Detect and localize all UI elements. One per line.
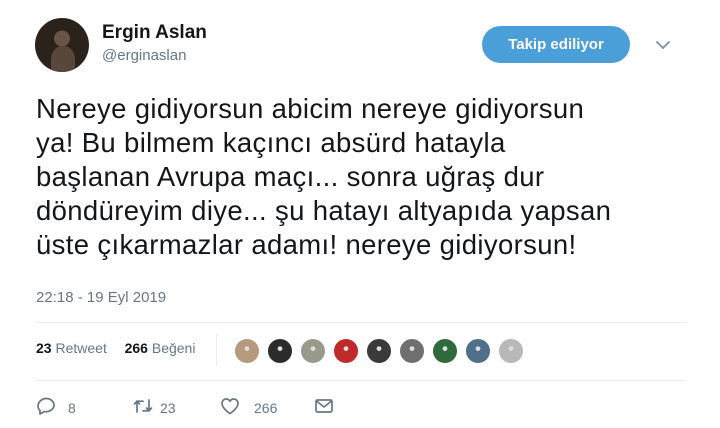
liker-avatar[interactable]	[366, 338, 392, 364]
tweet-line: başlanan Avrupa maçı... sonra uğraş dur	[36, 161, 545, 192]
author-handle[interactable]: @erginaslan	[102, 47, 207, 65]
liker-avatar[interactable]	[300, 338, 326, 364]
liker-avatar[interactable]	[267, 338, 293, 364]
divider	[36, 322, 686, 323]
retweet-icon	[133, 399, 153, 413]
tweet-line: ya! Bu bilmem kaçıncı absürd hatayla	[36, 127, 506, 158]
message-icon	[315, 399, 333, 413]
likes-count[interactable]: 266	[125, 340, 148, 356]
liker-avatar[interactable]	[465, 338, 491, 364]
liker-avatar[interactable]	[399, 338, 425, 364]
retweets-count[interactable]: 23	[36, 340, 52, 356]
tweet-line: üste çıkarmazlar adamı! nereye gidiyorsu…	[36, 229, 577, 260]
tweet-card: Ergin Aslan @erginaslan Takip ediliyor N…	[0, 0, 720, 428]
following-button[interactable]: Takip ediliyor	[482, 26, 630, 63]
chevron-down-icon[interactable]	[652, 34, 674, 56]
author-avatar[interactable]	[35, 18, 89, 72]
author-name[interactable]: Ergin Aslan	[102, 22, 207, 44]
liker-avatar[interactable]	[432, 338, 458, 364]
tweet-text: Nereye gidiyorsun abicim nereye gidiyors…	[36, 92, 696, 262]
author-info: Ergin Aslan @erginaslan	[102, 22, 207, 65]
reply-button[interactable]: 8	[36, 396, 86, 418]
likes-label[interactable]: Beğeni	[152, 340, 196, 356]
like-count: 266	[254, 400, 278, 416]
message-button[interactable]	[314, 396, 336, 418]
tweet-header: Ergin Aslan @erginaslan Takip ediliyor	[30, 18, 690, 84]
engagement-stats: 23 Retweet 266 Beğeni	[36, 340, 195, 356]
tweet-line: Nereye gidiyorsun abicim nereye gidiyors…	[36, 93, 585, 124]
liker-avatar[interactable]	[234, 338, 260, 364]
tweet-line: döndüreyim diye... şu hatayı altyapıda y…	[36, 195, 612, 226]
like-button[interactable]: 266	[220, 396, 290, 418]
heart-icon	[221, 398, 239, 415]
tweet-timestamp[interactable]: 22:18 - 19 Eyl 2019	[36, 289, 166, 306]
reply-count: 8	[68, 400, 76, 416]
divider	[36, 380, 686, 381]
retweet-count: 23	[160, 400, 176, 416]
liker-avatar[interactable]	[333, 338, 359, 364]
divider	[216, 334, 217, 366]
reply-icon	[37, 397, 55, 415]
retweets-label[interactable]: Retweet	[55, 340, 106, 356]
liker-avatar[interactable]	[498, 338, 524, 364]
retweet-button[interactable]: 23	[132, 396, 192, 418]
